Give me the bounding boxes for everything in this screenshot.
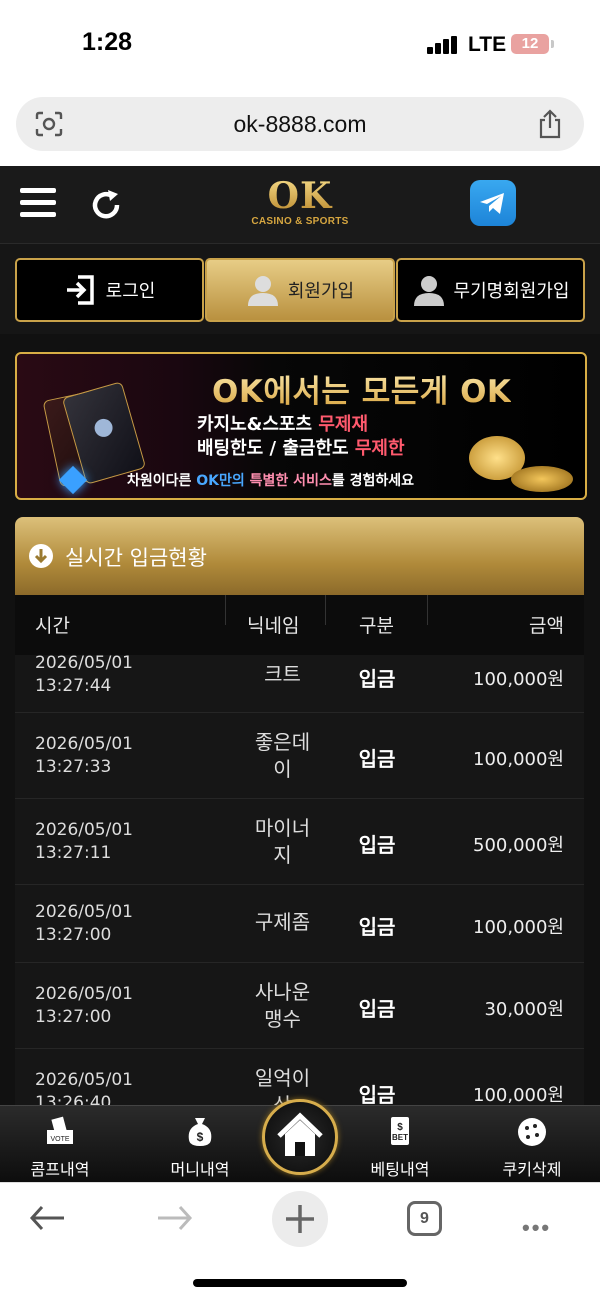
status-time: 1:28 — [82, 28, 133, 56]
battery-icon: 12 — [511, 34, 554, 54]
table-row: 2026/05/01 13:27:11 마이너 지 입금 500,000원 — [15, 799, 584, 885]
clear-cookies-button[interactable]: 쿠키삭제 — [472, 1114, 592, 1180]
row-type: 입금 — [358, 833, 396, 857]
vote-box-icon: VOTE — [47, 1116, 73, 1144]
row-time: 2026/05/01 13:27:44 — [35, 655, 133, 696]
money-history-label: 머니내역 — [170, 1160, 230, 1179]
table-header: 시간 닉네임 구분 금액 — [15, 595, 584, 655]
table-row: 2026/05/01 13:27:00 사나운 맹수 입금 30,000원 — [15, 963, 584, 1049]
table-row: 2026/05/01 13:27:44 크트 입금 100,000원 — [15, 655, 584, 713]
logo-text: OK — [248, 176, 352, 216]
row-nickname: 구제좀 — [254, 910, 311, 934]
logo-subtitle: CASINO & SPORTS — [251, 216, 349, 227]
login-label: 로그인 — [105, 281, 156, 302]
signal-icon — [427, 36, 459, 54]
refresh-icon[interactable] — [90, 188, 124, 222]
chevron-down-icon — [29, 544, 53, 568]
gold-coins-image — [511, 466, 573, 492]
banner-line-1: 카지노&스포츠 무제재 — [197, 414, 369, 435]
more-options-icon[interactable]: ••• — [522, 1215, 551, 1241]
share-icon[interactable] — [536, 109, 564, 139]
column-amount: 금액 — [529, 615, 564, 637]
anonymous-signup-label: 무기명회원가입 — [453, 281, 570, 302]
row-nickname: 크트 — [264, 662, 301, 686]
row-amount: 100,000원 — [473, 749, 564, 770]
home-indicator — [193, 1279, 407, 1287]
table-row: 2026/05/01 13:27:33 좋은데 이 입금 100,000원 — [15, 713, 584, 799]
row-type: 입금 — [358, 997, 396, 1021]
row-time: 2026/05/01 13:27:33 — [35, 734, 133, 777]
row-nickname: 사나운 맹수 — [254, 980, 311, 1031]
comp-history-label: 콤프내역 — [30, 1160, 90, 1179]
row-amount: 500,000원 — [473, 835, 564, 856]
cookie-icon — [518, 1118, 546, 1146]
anonymous-signup-button[interactable]: 무기명회원가입 — [396, 258, 585, 322]
network-label: LTE — [468, 33, 507, 56]
address-bar[interactable]: ok-8888.com — [16, 97, 584, 151]
site-logo[interactable]: OK CASINO & SPORTS — [248, 176, 352, 234]
auth-buttons: 로그인 회원가입 무기명회원가입 — [0, 244, 600, 334]
money-history-button[interactable]: $ 머니내역 — [140, 1114, 260, 1180]
browser-url-area: ok-8888.com — [0, 88, 600, 166]
forward-arrow-icon[interactable] — [154, 1203, 194, 1233]
telegram-icon[interactable] — [470, 180, 516, 226]
banner-footer: 차원이다른 OK만의 특별한 서비스를 경험하세요 — [127, 473, 414, 489]
login-button[interactable]: 로그인 — [15, 258, 204, 322]
login-icon — [66, 275, 94, 305]
signup-label: 회원가입 — [287, 281, 355, 302]
bet-slip-icon: BET $ — [391, 1117, 409, 1145]
tab-switcher-button[interactable]: 9 — [407, 1201, 442, 1236]
signup-button[interactable]: 회원가입 — [205, 258, 395, 322]
row-nickname: 마이너 지 — [254, 816, 311, 867]
svg-text:BET: BET — [392, 1133, 408, 1142]
row-nickname: 일억이 삭 — [254, 1066, 311, 1105]
row-amount: 100,000원 — [473, 669, 564, 690]
bet-history-label: 베팅내역 — [370, 1160, 430, 1179]
row-type: 입금 — [358, 1083, 396, 1105]
home-button[interactable] — [262, 1099, 338, 1175]
svg-text:$: $ — [197, 1130, 204, 1144]
row-time: 2026/05/01 13:27:11 — [35, 820, 133, 863]
row-amount: 100,000원 — [473, 1085, 564, 1105]
menu-icon[interactable] — [20, 188, 56, 218]
table-row: 2026/05/01 13:26:40 일억이 삭 입금 100,000원 — [15, 1049, 584, 1105]
svg-text:$: $ — [397, 1122, 403, 1133]
status-bar: 1:28 LTE 12 — [0, 0, 600, 88]
row-time: 2026/05/01 13:27:00 — [35, 902, 133, 945]
site-header: OK CASINO & SPORTS — [0, 166, 600, 244]
svg-text:VOTE: VOTE — [50, 1136, 69, 1143]
new-tab-button[interactable] — [272, 1191, 328, 1247]
row-type: 입금 — [358, 915, 396, 939]
column-time: 시간 — [35, 615, 70, 637]
column-type: 구분 — [359, 615, 394, 637]
browser-toolbar: 9 ••• — [0, 1182, 600, 1301]
battery-level: 12 — [521, 35, 539, 52]
deposit-list[interactable]: 2026/05/01 13:27:44 크트 입금 100,000원 2026/0… — [15, 655, 584, 1105]
deposit-status-title: 실시간 입금현황 — [65, 546, 207, 570]
banner-line-2: 배팅한도 / 출금한도 무제한 — [197, 438, 405, 459]
row-type: 입금 — [358, 667, 396, 691]
table-row: 2026/05/01 13:27:00 구제좀 입금 100,000원 — [15, 885, 584, 963]
url-text[interactable]: ok-8888.com — [16, 111, 584, 138]
user-icon — [413, 276, 444, 306]
column-nickname: 닉네임 — [247, 615, 300, 637]
home-icon — [277, 1112, 323, 1156]
plus-icon — [286, 1205, 314, 1233]
bet-history-button[interactable]: BET $ 베팅내역 — [340, 1114, 460, 1180]
banner-title: OK에서는 모든게 OK — [212, 366, 511, 411]
row-type: 입금 — [358, 747, 396, 771]
deposit-status-header[interactable]: 실시간 입금현황 — [15, 517, 584, 595]
back-arrow-icon[interactable] — [28, 1203, 68, 1233]
row-time: 2026/05/01 13:26:40 — [35, 1070, 133, 1105]
row-time: 2026/05/01 13:27:00 — [35, 984, 133, 1027]
row-amount: 30,000원 — [484, 999, 564, 1020]
row-amount: 100,000원 — [473, 917, 564, 938]
row-nickname: 좋은데 이 — [254, 730, 311, 781]
promo-banner[interactable]: OK에서는 모든게 OK 카지노&스포츠 무제재 배팅한도 / 출금한도 무제한… — [15, 352, 587, 500]
clear-cookies-label: 쿠키삭제 — [502, 1160, 562, 1179]
money-bag-icon: $ — [188, 1118, 212, 1146]
comp-history-button[interactable]: VOTE 콤프내역 — [0, 1114, 120, 1180]
user-icon — [247, 276, 278, 306]
